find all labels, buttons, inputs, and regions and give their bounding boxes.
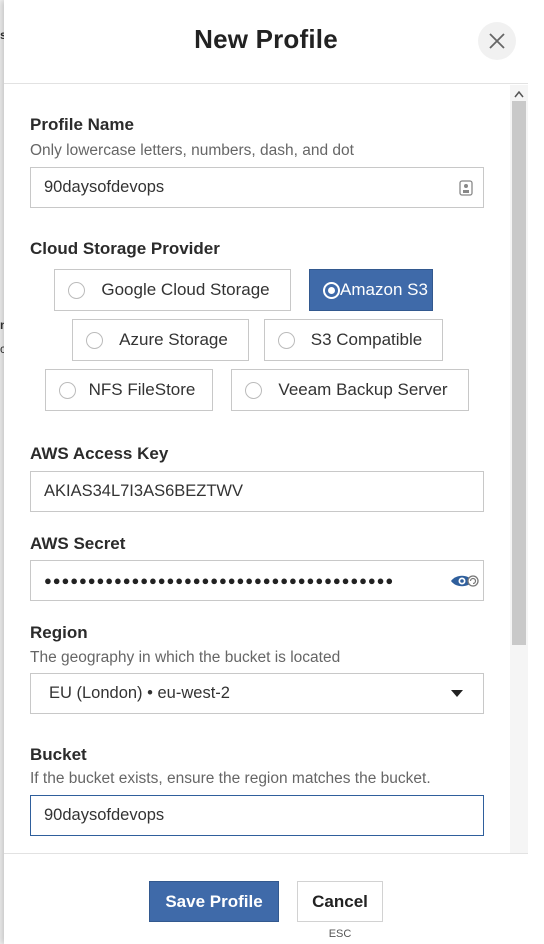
form-scroll-area[interactable]: Profile Name Only lowercase letters, num… (4, 85, 516, 853)
provider-option-veeam-backup-server[interactable]: Veeam Backup Server (231, 369, 469, 411)
save-profile-button[interactable]: Save Profile (149, 881, 279, 922)
access-key-input[interactable]: AKIAS34L7I3AS6BEZTWV (30, 471, 484, 512)
profile-name-input[interactable]: 90daysofdevops (30, 167, 484, 208)
show-password-eye-icon[interactable] (449, 572, 481, 590)
contact-card-icon (459, 180, 473, 196)
region-hint: The geography in which the bucket is loc… (30, 649, 341, 666)
cancel-button[interactable]: Cancel (297, 881, 383, 922)
close-button[interactable] (478, 22, 516, 60)
access-key-value: AKIAS34L7I3AS6BEZTWV (44, 482, 244, 500)
page-right-edge (528, 0, 544, 944)
region-selected-value: EU (London) • eu-west-2 (49, 684, 230, 702)
bucket-label: Bucket (30, 745, 87, 764)
bucket-input[interactable]: 90daysofdevops (30, 795, 484, 836)
scrollbar-thumb[interactable] (512, 101, 526, 645)
dialog-footer: Save Profile Cancel ESC (4, 853, 528, 944)
bucket-hint: If the bucket exists, ensure the region … (30, 770, 431, 787)
provider-option-nfs-filestore[interactable]: NFS FileStore (45, 369, 213, 411)
region-label: Region (30, 623, 88, 642)
profile-name-label: Profile Name (30, 115, 134, 134)
provider-option-google-cloud-storage[interactable]: Google Cloud Storage (54, 269, 291, 311)
chevron-up-icon (514, 90, 524, 97)
secret-label: AWS Secret (30, 534, 126, 553)
secret-input[interactable]: ●●●●●●●●●●●●●●●●●●●●●●●●●●●●●●●●●●●●●●●● (30, 560, 484, 601)
region-select[interactable]: EU (London) • eu-west-2 (30, 673, 484, 714)
cancel-shortcut-hint: ESC (328, 928, 352, 940)
profile-name-value: 90daysofdevops (44, 178, 165, 196)
dialog-header: New Profile (4, 0, 528, 84)
access-key-label: AWS Access Key (30, 444, 169, 463)
provider-option-s3-compatible[interactable]: S3 Compatible (264, 319, 443, 361)
provider-option-azure-storage[interactable]: Azure Storage (72, 319, 249, 361)
profile-name-hint: Only lowercase letters, numbers, dash, a… (30, 142, 354, 159)
dialog-title: New Profile (194, 24, 338, 54)
form-scrollbar[interactable] (510, 85, 528, 853)
bucket-value: 90daysofdevops (44, 806, 165, 824)
new-profile-dialog: New Profile Profile Name Only lowercase … (4, 0, 528, 944)
provider-option-amazon-s3[interactable]: Amazon S3 (309, 269, 433, 311)
provider-label: Cloud Storage Provider (30, 239, 220, 258)
secret-masked-value: ●●●●●●●●●●●●●●●●●●●●●●●●●●●●●●●●●●●●●●●● (44, 573, 395, 588)
chevron-down-icon (451, 690, 463, 697)
close-icon (489, 33, 505, 49)
